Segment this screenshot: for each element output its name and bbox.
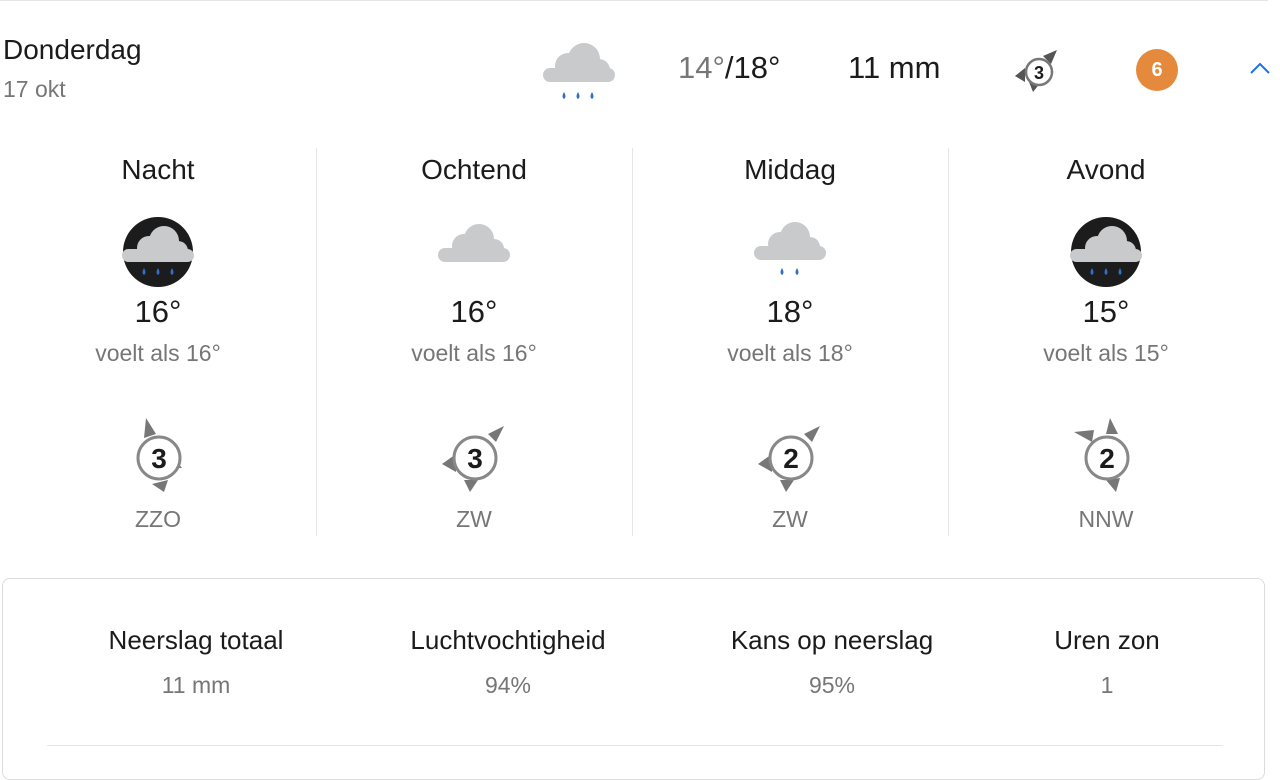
stat-value: 11 mm xyxy=(161,672,231,698)
stat-precipitation-total: Neerslag totaal 11 mm xyxy=(46,625,346,699)
daypart-title: Nacht xyxy=(121,154,195,185)
stat-humidity: Luchtvochtigheid 94% xyxy=(358,625,658,699)
day-date: 17 okt xyxy=(3,76,66,102)
uv-index-badge: 6 xyxy=(1136,49,1178,91)
daypart-wind-force: 3 xyxy=(151,443,167,474)
day-wind-force: 3 xyxy=(1034,63,1044,83)
day-temp-max: 18° xyxy=(733,50,781,85)
daypart-temperature: 16° xyxy=(450,294,498,329)
daypart-wind-direction: ZW xyxy=(456,506,492,532)
stat-value: 94% xyxy=(484,672,532,698)
day-precipitation: 11 mm xyxy=(848,50,941,85)
daypart-evening: Avond 15° voelt als 15° 2 NNW xyxy=(948,148,1264,536)
day-parts: Nacht 16° voelt als 16° 3 ZZO Ochtend 16… xyxy=(0,148,1264,536)
daypart-feels-like: voelt als 18° xyxy=(727,340,853,366)
day-header[interactable]: Donderdag 17 okt 14°/18° 11 mm 3 6 xyxy=(0,0,1280,130)
day-summary-card: Neerslag totaal 11 mm Luchtvochtigheid 9… xyxy=(2,578,1265,780)
daypart-wind-force: 2 xyxy=(1099,443,1115,474)
daypart-wind-direction: NNW xyxy=(1078,506,1134,532)
daypart-feels-like: voelt als 16° xyxy=(95,340,221,366)
stat-precipitation-chance: Kans op neerslag 95% xyxy=(682,625,982,699)
stat-sun-hours: Uren zon 1 xyxy=(957,625,1257,699)
stat-label: Kans op neerslag xyxy=(730,625,934,655)
stat-label: Uren zon xyxy=(1054,625,1160,655)
daypart-morning: Ochtend 16° voelt als 16° 3 ZW xyxy=(316,148,632,536)
stat-value: 1 xyxy=(1100,672,1114,698)
temp-separator: / xyxy=(724,50,734,85)
daypart-wind-force: 2 xyxy=(783,443,799,474)
daypart-feels-like: voelt als 15° xyxy=(1043,340,1169,366)
daypart-wind-direction: ZZO xyxy=(135,506,181,532)
night-cloud-rain-icon xyxy=(1070,217,1142,287)
daypart-wind-direction: ZW xyxy=(772,506,808,532)
daypart-feels-like: voelt als 16° xyxy=(411,340,537,366)
daypart-title: Ochtend xyxy=(421,154,527,185)
chevron-up-icon[interactable] xyxy=(1246,58,1274,78)
cloud-icon xyxy=(438,224,510,262)
daypart-temperature: 18° xyxy=(766,294,814,329)
day-temperature-range: 14°/18° xyxy=(678,50,780,86)
day-name: Donderdag xyxy=(3,34,142,65)
cloud-light-rain-icon xyxy=(754,222,826,275)
wind-direction-icon: 3 xyxy=(1015,50,1057,92)
night-cloud-rain-icon xyxy=(122,217,194,287)
wind-direction-icon: 2 xyxy=(1074,418,1130,492)
daypart-temperature: 15° xyxy=(1082,294,1130,329)
stat-label: Neerslag totaal xyxy=(108,625,284,655)
stat-value: 95% xyxy=(808,672,856,698)
stat-label: Luchtvochtigheid xyxy=(410,625,606,655)
day-temp-min: 14° xyxy=(678,50,725,85)
wind-direction-icon: 3 xyxy=(442,426,504,492)
card-divider xyxy=(47,745,1223,746)
daypart-wind-force: 3 xyxy=(467,443,483,474)
wind-direction-icon: 2 xyxy=(758,426,820,492)
daypart-title: Avond xyxy=(1066,154,1146,185)
cloud-rain-icon xyxy=(543,43,615,99)
wind-direction-icon: 3 xyxy=(136,418,182,492)
daypart-night: Nacht 16° voelt als 16° 3 ZZO xyxy=(0,148,316,536)
daypart-afternoon: Middag 18° voelt als 18° 2 ZW xyxy=(632,148,948,536)
daypart-temperature: 16° xyxy=(134,294,182,329)
daypart-title: Middag xyxy=(744,154,836,185)
